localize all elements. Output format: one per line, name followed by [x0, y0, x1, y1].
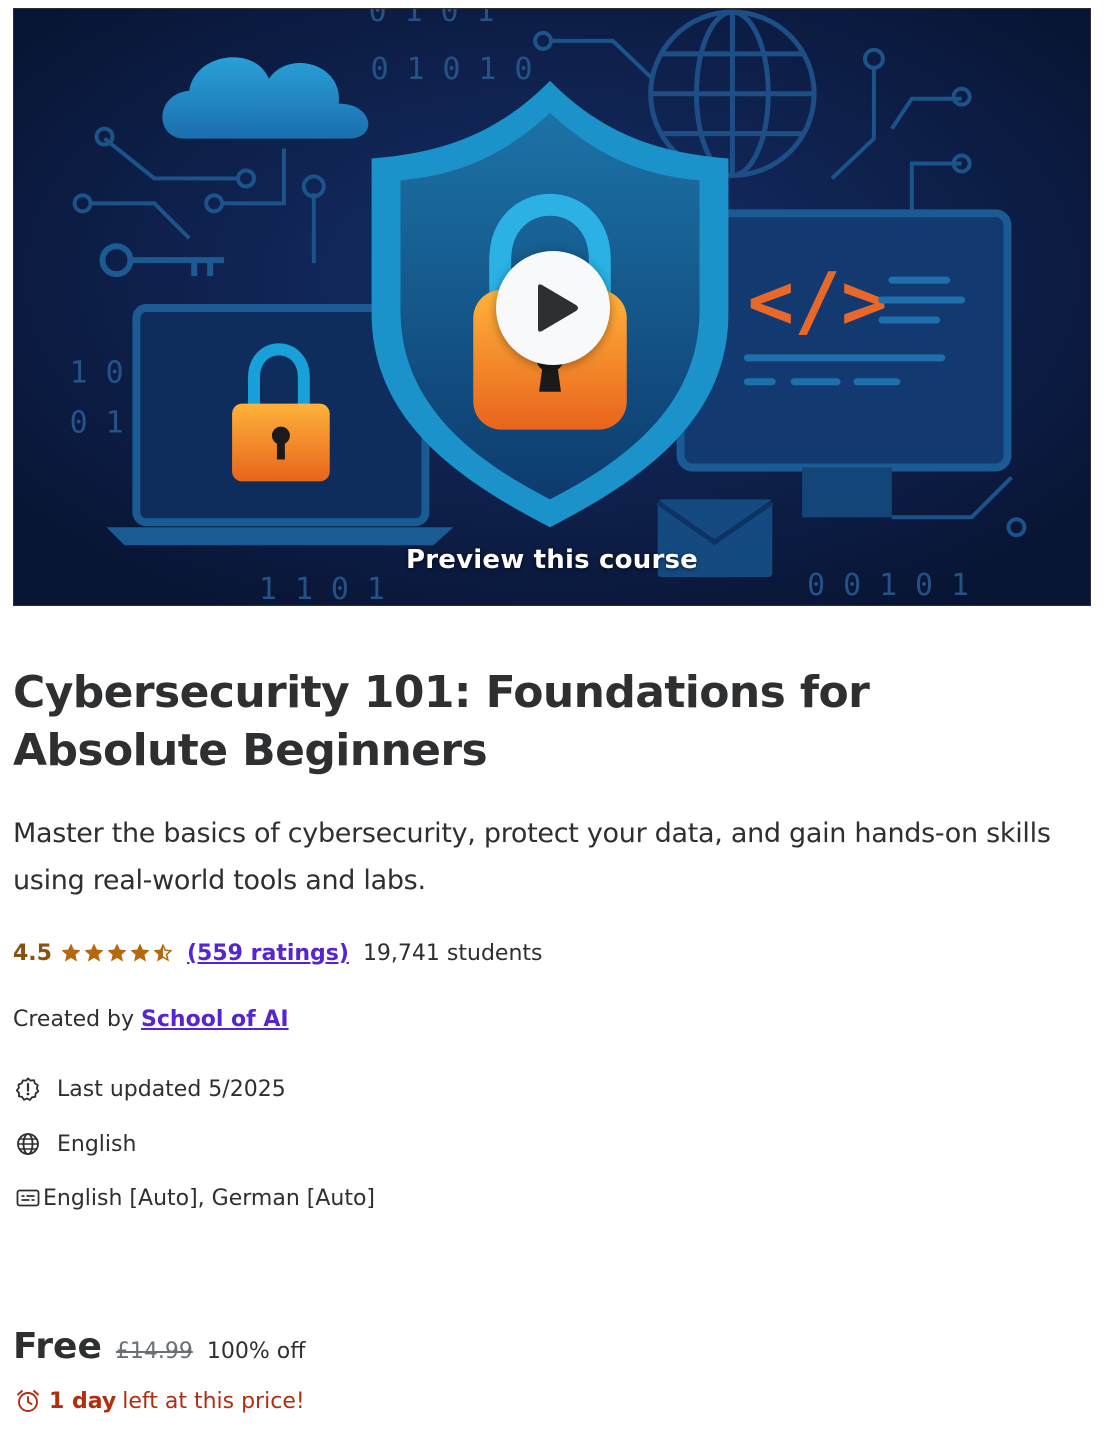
star-half-icon	[153, 944, 172, 962]
alert-badge-icon	[15, 1077, 40, 1101]
svg-text:0 1 0 1: 0 1 0 1	[369, 9, 495, 29]
instructor-link[interactable]: School of AI	[141, 1007, 289, 1032]
play-icon	[538, 284, 578, 332]
course-subtitle: Master the basics of cybersecurity, prot…	[13, 818, 1051, 896]
star-full-icon	[84, 944, 103, 962]
star-full-icon	[130, 944, 149, 962]
course-preview-video[interactable]: </> 0 1 0 1 0 1 0 1 0 1 0 0 1 1 1 0 1 0 …	[13, 8, 1091, 606]
svg-text:1 1 0 1: 1 1 0 1	[259, 572, 385, 605]
last-updated-text: Last updated 5/2025	[57, 1076, 286, 1102]
course-captions: English [Auto], German [Auto]	[15, 1185, 375, 1211]
star-rating	[61, 944, 177, 962]
last-updated: Last updated 5/2025	[15, 1076, 286, 1102]
deadline-days: 1 day	[49, 1388, 117, 1414]
price-deadline: 1 day left at this price!	[15, 1388, 305, 1414]
students-count: 19,741 students	[362, 940, 543, 966]
deadline-text: left at this price!	[122, 1388, 305, 1414]
discount-percent: 100% off	[206, 1339, 306, 1364]
rating-value: 4.5	[13, 940, 52, 966]
globe-icon	[17, 1133, 39, 1155]
svg-text:1 0: 1 0	[70, 356, 124, 391]
svg-text:0 1 0 1 0: 0 1 0 1 0	[371, 52, 533, 87]
created-by-label: Created by	[13, 1007, 135, 1032]
preview-course-label: Preview this course	[406, 545, 698, 575]
created-by: Created by School of AI	[13, 1007, 289, 1032]
course-language: English	[15, 1131, 136, 1157]
svg-text:</>: </>	[747, 257, 887, 347]
captions-text: English [Auto], German [Auto]	[43, 1185, 375, 1211]
language-text: English	[57, 1131, 137, 1157]
ratings-count-link[interactable]: (559 ratings)	[187, 941, 349, 966]
original-price: £14.99	[115, 1339, 193, 1364]
rating-row: 4.5 (559 ratings) 19,741 students	[13, 937, 542, 969]
play-button[interactable]	[496, 251, 610, 365]
svg-text:0 1: 0 1	[70, 406, 124, 441]
price-row: Free £14.99 100% off	[13, 1326, 305, 1367]
course-title: Cybersecurity 101: Foundations for Absol…	[13, 667, 870, 776]
star-full-icon	[61, 944, 80, 962]
closed-captions-icon	[16, 1189, 40, 1207]
current-price: Free	[13, 1326, 102, 1367]
alarm-clock-icon	[17, 1390, 39, 1412]
star-full-icon	[107, 944, 126, 962]
